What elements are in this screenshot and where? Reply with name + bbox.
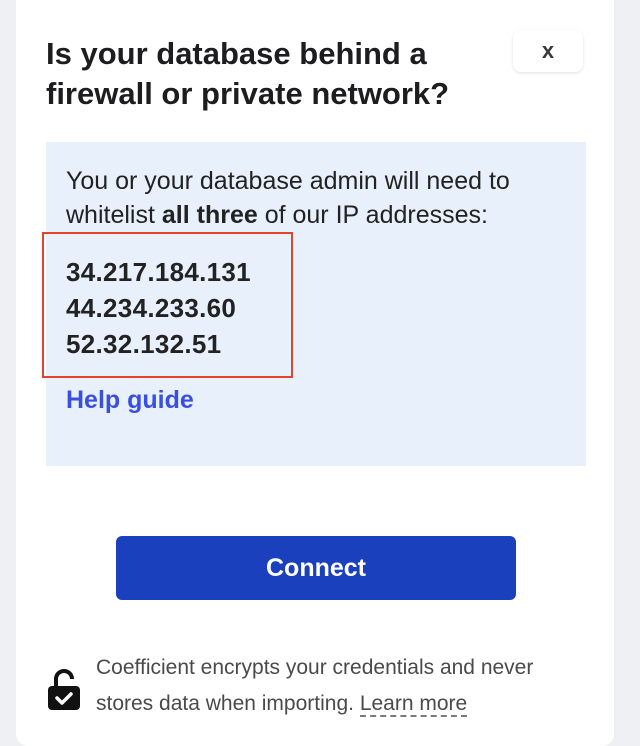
instructions-text-end: of our IP addresses: xyxy=(257,201,488,229)
security-note: Coefficient encrypts your credentials an… xyxy=(46,650,586,730)
help-guide-link[interactable]: Help guide xyxy=(66,386,194,415)
whitelist-instructions: You or your database admin will need to … xyxy=(66,164,566,232)
encryption-notice: Coefficient encrypts your credentials an… xyxy=(96,656,534,715)
close-button[interactable]: x xyxy=(513,30,583,72)
ip-address: 44.234.233.60 xyxy=(66,293,237,323)
ip-address: 52.32.132.51 xyxy=(66,329,222,359)
instructions-emphasis: all three xyxy=(161,201,258,229)
security-note-text: Coefficient encrypts your credentials an… xyxy=(96,650,596,722)
learn-more-link[interactable]: Learn more xyxy=(359,692,468,717)
connect-button[interactable]: Connect xyxy=(116,536,516,600)
ip-info-box: You or your database admin will need to … xyxy=(42,142,586,466)
lock-icon xyxy=(48,669,80,710)
firewall-dialog: Is your database behind a firewall or pr… xyxy=(16,0,614,746)
ip-address-list: 34.217.184.131 44.234.233.60 52.32.132.5… xyxy=(66,254,251,362)
dialog-title: Is your database behind a firewall or pr… xyxy=(46,36,450,111)
ip-address: 34.217.184.131 xyxy=(66,257,251,287)
